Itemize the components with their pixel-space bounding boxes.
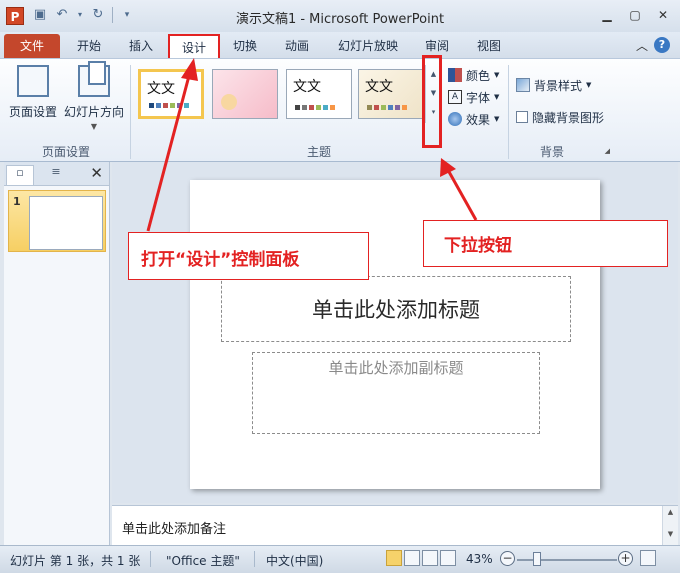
scroll-up-icon[interactable]: ▲	[663, 508, 678, 516]
slide-thumbnail	[29, 196, 103, 250]
group-separator	[130, 65, 131, 159]
ribbon-collapse-icon[interactable]: ︿	[636, 37, 648, 54]
slide-orientation-icon	[78, 61, 110, 97]
notes-scrollbar[interactable]: ▲ ▼	[662, 506, 678, 546]
status-separator	[150, 551, 151, 567]
tab-slideshow[interactable]: 幻灯片放映	[328, 34, 408, 58]
status-language[interactable]: 中文(中国)	[266, 552, 323, 569]
window-controls: ▁ ▢ ✕	[596, 6, 674, 24]
slides-pane: ▫ ≡ ✕ 1	[4, 162, 110, 545]
theme-thumb-3[interactable]: 文文	[286, 69, 352, 119]
subtitle-placeholder[interactable]: 单击此处添加副标题	[252, 352, 540, 434]
notes-placeholder: 单击此处添加备注	[122, 522, 227, 537]
callout-dropdown-button: 下拉按钮	[423, 220, 668, 267]
theme-thumb-office[interactable]: 文文	[138, 69, 204, 119]
close-pane-icon[interactable]: ✕	[90, 164, 103, 182]
palette-icon	[448, 68, 462, 82]
theme-sample-text: 文文	[365, 79, 393, 95]
ribbon-tab-row: 文件 开始 插入 设计 切换 动画 幻灯片放映 审阅 视图 ︿ ?	[0, 32, 680, 58]
theme-swatches	[149, 103, 189, 108]
normal-view-icon[interactable]	[386, 550, 402, 566]
zoom-level[interactable]: 43%	[466, 552, 493, 566]
maximize-icon[interactable]: ▢	[624, 6, 646, 24]
slide-orientation-label: 幻灯片方向	[64, 105, 125, 119]
chevron-down-icon: ▼	[494, 71, 500, 79]
theme-effects-label: 效果	[466, 112, 491, 127]
zoom-out-icon[interactable]: −	[500, 551, 515, 566]
font-icon: A	[448, 90, 462, 104]
status-separator	[254, 551, 255, 567]
theme-figure-icon	[221, 94, 237, 110]
theme-swatches	[367, 105, 407, 110]
tab-animations[interactable]: 动画	[274, 34, 320, 58]
group-label-theme: 主题	[306, 145, 331, 159]
zoom-slider-track[interactable]	[517, 559, 617, 561]
theme-effects-button[interactable]: 效果 ▼	[448, 109, 499, 129]
group-label-page-setup: 页面设置	[41, 145, 90, 159]
slide-orientation-button[interactable]: 幻灯片方向 ▼	[64, 61, 125, 131]
tab-view[interactable]: 视图	[466, 34, 512, 58]
hide-background-graphics-checkbox[interactable]: 隐藏背景图形	[516, 107, 604, 127]
chevron-down-icon: ▼	[586, 81, 592, 89]
chevron-down-icon: ▼	[90, 122, 98, 131]
theme-colors-label: 颜色	[466, 68, 491, 83]
theme-swatches	[295, 105, 335, 110]
window-title: 演示文稿1 - Microsoft PowerPoint	[235, 12, 445, 27]
slideshow-view-icon[interactable]	[440, 550, 456, 566]
slide-thumbnail-item[interactable]: 1	[8, 190, 106, 252]
background-styles-icon	[516, 78, 530, 92]
title-bar: P ▣ ↶ ▾ ↻ ▾ 演示文稿1 - Microsoft PowerPoint…	[0, 0, 680, 32]
reading-view-icon[interactable]	[422, 550, 438, 566]
theme-colors-button[interactable]: 颜色 ▼	[448, 65, 499, 85]
theme-fonts-button[interactable]: A 字体 ▼	[448, 87, 499, 107]
tab-design[interactable]: 设计	[168, 34, 220, 58]
hide-background-label: 隐藏背景图形	[532, 110, 605, 125]
status-bar: 幻灯片 第 1 张，共 1 张 "Office 主题" 中文(中国) 43% −…	[0, 545, 680, 573]
status-slide-info: 幻灯片 第 1 张，共 1 张	[10, 554, 141, 568]
dropdown-highlight-box	[422, 55, 442, 148]
notes-pane[interactable]: 单击此处添加备注 ▲ ▼	[112, 505, 678, 546]
tab-slides-thumbnails[interactable]: ▫	[6, 165, 34, 185]
help-icon[interactable]: ?	[654, 37, 670, 53]
callout-open-design: 打开“设计”控制面板	[128, 232, 369, 280]
theme-sample-text: 文文	[293, 79, 321, 95]
tab-home[interactable]: 开始	[66, 34, 112, 58]
page-setup-label: 页面设置	[8, 105, 57, 119]
slide-number: 1	[13, 195, 21, 208]
chevron-down-icon: ▼	[494, 115, 500, 123]
group-label-background: 背景	[539, 145, 564, 159]
ribbon-design: 页面设置 幻灯片方向 ▼ 页面设置 文文 文文 文文 ▲ ▼ ▾ 颜色 ▼ A …	[0, 55, 680, 162]
tab-insert[interactable]: 插入	[118, 34, 164, 58]
background-styles-label: 背景样式	[534, 78, 583, 93]
theme-thumb-pink[interactable]	[212, 69, 278, 119]
dialog-launcher-icon[interactable]: ◢	[605, 147, 610, 155]
zoom-slider-thumb[interactable]	[533, 552, 541, 566]
slide-sorter-view-icon[interactable]	[404, 550, 420, 566]
group-separator	[508, 65, 509, 159]
theme-sample-text: 文文	[147, 81, 175, 97]
minimize-icon[interactable]: ▁	[596, 6, 618, 24]
effects-icon	[448, 112, 462, 126]
status-theme-name: "Office 主题"	[166, 554, 240, 568]
page-setup-button[interactable]: 页面设置	[4, 65, 62, 120]
fit-to-window-icon[interactable]	[640, 550, 656, 566]
scroll-down-icon[interactable]: ▼	[663, 530, 678, 538]
theme-fonts-label: 字体	[466, 90, 491, 105]
checkbox-icon	[516, 111, 528, 123]
page-setup-icon	[17, 65, 49, 97]
tab-outline[interactable]: ≡	[42, 165, 70, 185]
chevron-down-icon: ▼	[494, 93, 500, 101]
background-styles-button[interactable]: 背景样式 ▼	[516, 75, 591, 95]
close-window-icon[interactable]: ✕	[652, 6, 674, 24]
tab-transitions[interactable]: 切换	[222, 34, 268, 58]
zoom-in-icon[interactable]: +	[618, 551, 633, 566]
tab-file[interactable]: 文件	[4, 34, 60, 58]
slides-pane-tabs: ▫ ≡ ✕	[4, 162, 109, 186]
theme-thumb-4[interactable]: 文文	[358, 69, 424, 119]
slide-editing-area: 单击此处添加标题 单击此处添加副标题	[112, 162, 678, 503]
title-placeholder[interactable]: 单击此处添加标题	[221, 276, 571, 342]
